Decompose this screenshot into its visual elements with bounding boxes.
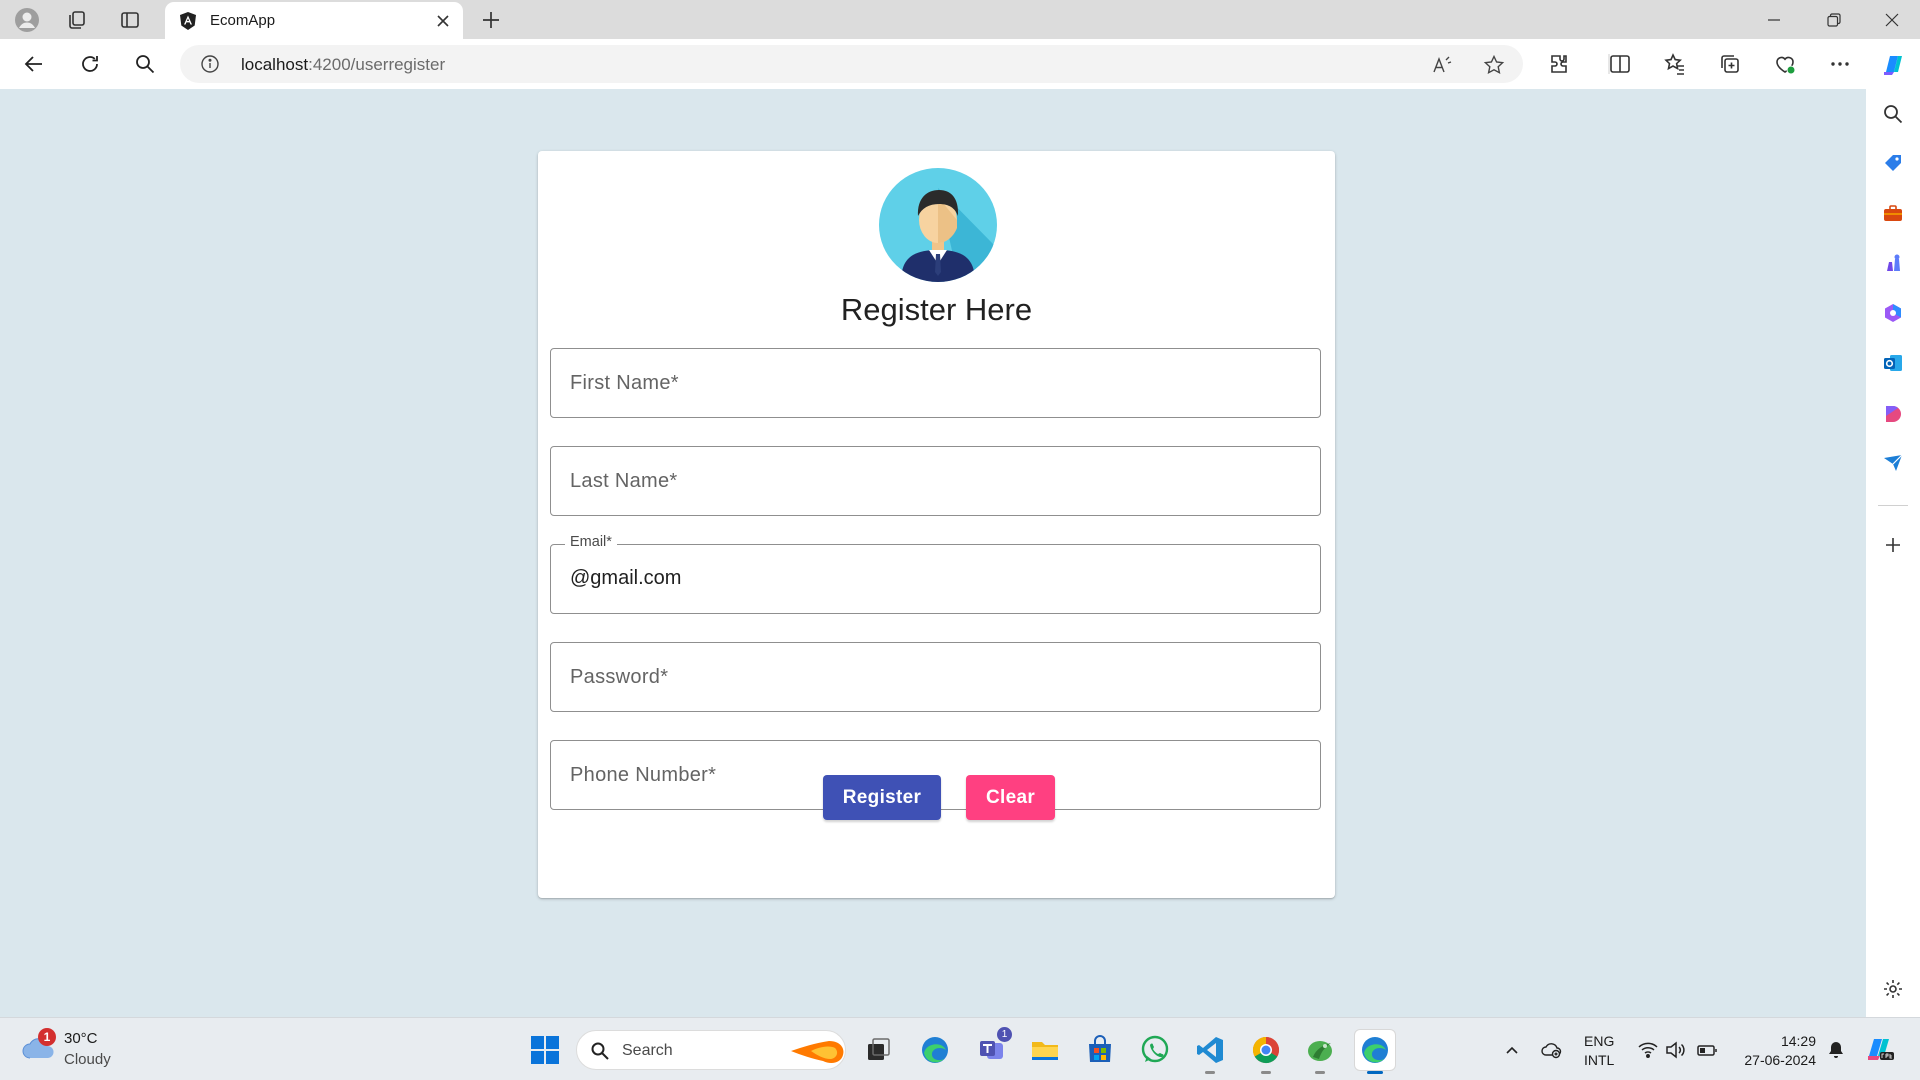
add-sidebar-app-icon[interactable] bbox=[1879, 531, 1907, 559]
weather-notification-badge: 1 bbox=[38, 1028, 56, 1046]
url-text[interactable]: localhost:4200/userregister bbox=[241, 55, 445, 75]
user-avatar-icon bbox=[879, 168, 997, 282]
first-name-field[interactable]: First Name* bbox=[550, 348, 1321, 418]
edge-active-indicator bbox=[1367, 1071, 1383, 1074]
clock-date: 27-06-2024 bbox=[1744, 1052, 1816, 1068]
vscode-running-indicator bbox=[1205, 1071, 1215, 1074]
extensions-icon[interactable] bbox=[1545, 50, 1573, 78]
close-tab-icon[interactable] bbox=[433, 11, 453, 31]
close-window-icon[interactable] bbox=[1864, 0, 1920, 39]
green-app-icon[interactable] bbox=[1300, 1030, 1340, 1074]
taskbar-search-label: Search bbox=[622, 1042, 673, 1059]
clear-button[interactable]: Clear bbox=[966, 775, 1055, 820]
angular-icon bbox=[178, 11, 198, 31]
tab-actions-icon[interactable] bbox=[117, 7, 143, 33]
designer-icon[interactable] bbox=[1879, 399, 1907, 427]
profile-icon[interactable] bbox=[14, 7, 40, 33]
tab-title: EcomApp bbox=[210, 12, 276, 29]
show-hidden-icons-chevron-icon[interactable] bbox=[1500, 1038, 1524, 1062]
edge-active-taskbar-icon[interactable] bbox=[1355, 1030, 1395, 1074]
browser-toolbar: localhost:4200/userregister bbox=[0, 39, 1920, 89]
teams-notification-badge: 1 bbox=[997, 1027, 1012, 1042]
phone-number-placeholder: Phone Number* bbox=[570, 764, 717, 786]
password-field[interactable]: Password* bbox=[550, 642, 1321, 712]
sidebar-separator bbox=[1878, 505, 1908, 506]
collections-icon[interactable] bbox=[1716, 50, 1744, 78]
sidebar-search-icon[interactable] bbox=[1879, 100, 1907, 128]
search-icon[interactable] bbox=[131, 50, 159, 78]
edge-sidebar bbox=[1866, 89, 1920, 1017]
browser-essentials-icon[interactable] bbox=[1771, 50, 1799, 78]
new-tab-icon[interactable] bbox=[478, 7, 504, 33]
vscode-icon[interactable] bbox=[1190, 1030, 1230, 1074]
microsoft-365-icon[interactable] bbox=[1879, 299, 1907, 327]
split-screen-icon[interactable] bbox=[1606, 50, 1634, 78]
taskbar-search-box[interactable]: Search bbox=[576, 1030, 846, 1070]
tools-briefcase-icon[interactable] bbox=[1879, 199, 1907, 227]
games-icon[interactable] bbox=[1879, 249, 1907, 277]
site-info-icon[interactable] bbox=[200, 54, 220, 74]
refresh-icon[interactable] bbox=[76, 50, 104, 78]
onedrive-sync-icon[interactable] bbox=[1540, 1038, 1564, 1062]
workspaces-icon[interactable] bbox=[64, 7, 90, 33]
restore-icon[interactable] bbox=[1806, 0, 1862, 39]
favorite-star-icon[interactable] bbox=[1482, 53, 1506, 77]
more-options-icon[interactable] bbox=[1826, 50, 1854, 78]
weather-condition[interactable]: Cloudy bbox=[64, 1051, 111, 1068]
back-icon[interactable] bbox=[20, 50, 48, 78]
chrome-running-indicator bbox=[1261, 1071, 1271, 1074]
chrome-icon[interactable] bbox=[1246, 1030, 1286, 1074]
outlook-icon[interactable] bbox=[1879, 349, 1907, 377]
notification-bell-icon[interactable] bbox=[1824, 1038, 1848, 1062]
favorites-icon[interactable] bbox=[1661, 50, 1689, 78]
page-title: Register Here bbox=[840, 292, 1033, 327]
green-app-running-indicator bbox=[1315, 1071, 1325, 1074]
clock-time: 14:29 bbox=[1780, 1033, 1816, 1049]
system-clock[interactable]: 14:29 27-06-2024 bbox=[1736, 1032, 1816, 1070]
search-highlight-flame-icon bbox=[789, 1035, 845, 1067]
page-viewport: Register Here First Name* Last Name* Ema… bbox=[4, 89, 1866, 1017]
weather-temperature[interactable]: 30°C bbox=[64, 1030, 98, 1047]
edge-taskbar-icon[interactable] bbox=[915, 1030, 955, 1070]
minimize-icon[interactable] bbox=[1746, 0, 1802, 39]
email-value[interactable]: @gmail.com bbox=[570, 567, 681, 590]
register-button[interactable]: Register bbox=[823, 775, 941, 820]
password-placeholder: Password* bbox=[570, 666, 669, 688]
taskbar-search-icon bbox=[590, 1041, 610, 1061]
task-view-icon[interactable] bbox=[858, 1030, 898, 1070]
copilot-icon[interactable] bbox=[1880, 50, 1908, 78]
email-label: Email* bbox=[565, 534, 617, 550]
volume-icon[interactable] bbox=[1663, 1038, 1687, 1062]
browser-tab-strip: EcomApp bbox=[0, 0, 1920, 39]
teams-icon[interactable]: 1 bbox=[972, 1027, 1012, 1070]
url-path: :4200/userregister bbox=[308, 55, 446, 74]
copilot-preview-icon[interactable] bbox=[1864, 1032, 1896, 1064]
microsoft-store-icon[interactable] bbox=[1080, 1030, 1120, 1070]
tab-ecomapp[interactable]: EcomApp bbox=[165, 2, 463, 39]
windows-start-icon[interactable] bbox=[525, 1030, 565, 1070]
windows-taskbar: 1 30°C Cloudy Search 1 ENG INTL 14:29 27… bbox=[0, 1017, 1920, 1080]
shopping-tag-icon[interactable] bbox=[1879, 149, 1907, 177]
address-bar[interactable]: localhost:4200/userregister bbox=[180, 45, 1523, 83]
last-name-field[interactable]: Last Name* bbox=[550, 446, 1321, 516]
last-name-placeholder: Last Name* bbox=[570, 470, 678, 492]
file-explorer-icon[interactable] bbox=[1025, 1030, 1065, 1070]
email-field[interactable]: Email* @gmail.com bbox=[550, 534, 1321, 614]
wifi-icon[interactable] bbox=[1636, 1038, 1660, 1062]
whatsapp-icon[interactable] bbox=[1135, 1030, 1175, 1070]
lang-line-1: ENG bbox=[1584, 1033, 1615, 1049]
input-language-indicator[interactable]: ENG INTL bbox=[1584, 1032, 1614, 1070]
sidebar-settings-icon[interactable] bbox=[1879, 975, 1907, 1003]
url-host: localhost bbox=[241, 55, 309, 74]
lang-line-2: INTL bbox=[1584, 1052, 1615, 1068]
send-icon[interactable] bbox=[1879, 449, 1907, 477]
read-aloud-icon[interactable] bbox=[1430, 53, 1454, 77]
first-name-placeholder: First Name* bbox=[570, 372, 679, 394]
battery-icon[interactable] bbox=[1695, 1038, 1719, 1062]
